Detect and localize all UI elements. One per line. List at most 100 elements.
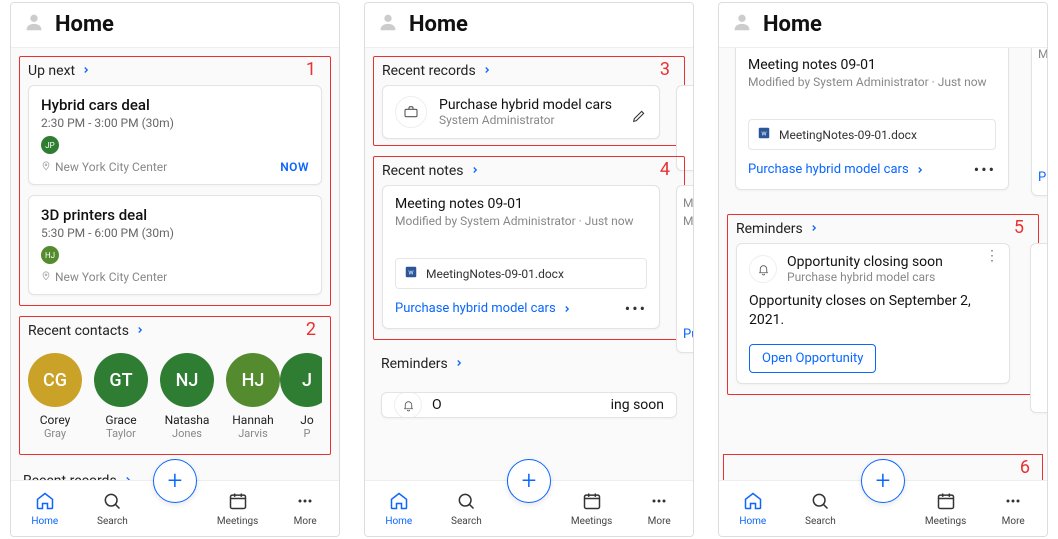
note-title: Meeting notes 09-01 bbox=[395, 196, 647, 212]
section-header-up-next[interactable]: Up next bbox=[28, 63, 322, 79]
profile-avatar-icon[interactable] bbox=[23, 11, 45, 37]
reminder-card[interactable]: ⋮ Opportunity closing soon Purchase hybr… bbox=[736, 243, 1010, 384]
chevron-right-icon bbox=[482, 63, 492, 79]
annotation-label: 4 bbox=[660, 159, 670, 180]
nav-home[interactable]: Home bbox=[18, 491, 72, 527]
section-header-reminders[interactable]: Reminders bbox=[736, 221, 1030, 237]
kebab-menu-icon[interactable]: ⋮ bbox=[985, 254, 999, 258]
nav-meetings[interactable]: Meetings bbox=[211, 491, 265, 527]
bottom-nav: + Home Search Meetings More bbox=[719, 480, 1047, 536]
chevron-right-icon bbox=[81, 63, 91, 79]
note-title: Meeting notes 09-01 bbox=[748, 57, 996, 73]
page-title: Home bbox=[409, 12, 468, 37]
section-reminders: 5 Reminders ⋮ Opportunity closing soon bbox=[727, 214, 1039, 395]
section-header-reminders[interactable]: Reminders bbox=[381, 356, 677, 372]
section-recent-contacts: 2 Recent contacts CG Corey Gray GT Grace… bbox=[19, 316, 331, 455]
home-icon bbox=[389, 491, 409, 514]
nav-meetings[interactable]: Meetings bbox=[565, 491, 619, 527]
nav-home[interactable]: Home bbox=[372, 491, 426, 527]
contact-avatar: HJ bbox=[226, 353, 280, 407]
more-icon bbox=[1003, 491, 1023, 514]
fab-add-button[interactable]: + bbox=[861, 459, 905, 503]
nav-search[interactable]: Search bbox=[793, 491, 847, 527]
note-card-peek[interactable]: M P bbox=[1031, 48, 1047, 196]
event-card[interactable]: 3D printers deal 5:30 PM - 6:00 PM (30m)… bbox=[28, 195, 322, 295]
header: Home bbox=[365, 3, 693, 48]
note-attachment[interactable]: W MeetingNotes-09-01.docx bbox=[395, 258, 647, 289]
note-card[interactable]: Meeting notes 09-01 Modified by System A… bbox=[735, 48, 1009, 190]
contact-avatar: CG bbox=[28, 353, 82, 407]
contact-item[interactable]: J Jo P bbox=[292, 353, 322, 440]
reminder-subtitle: Purchase hybrid model cars bbox=[787, 270, 943, 284]
section-header-recent-notes[interactable]: Recent notes bbox=[382, 163, 676, 179]
page-title: Home bbox=[55, 12, 114, 37]
more-icon bbox=[295, 491, 315, 514]
contact-item[interactable]: NJ Natasha Jones bbox=[160, 353, 214, 440]
chevron-right-icon bbox=[135, 323, 145, 339]
event-card[interactable]: Hybrid cars deal 2:30 PM - 3:00 PM (30m)… bbox=[28, 85, 322, 185]
search-icon bbox=[810, 491, 830, 514]
more-actions-icon[interactable]: ••• bbox=[974, 160, 996, 179]
chevron-right-icon bbox=[454, 356, 464, 372]
note-card[interactable]: Meeting notes 09-01 Modified by System A… bbox=[382, 185, 660, 329]
attendee-avatar: HJ bbox=[41, 246, 59, 264]
word-document-icon: W bbox=[757, 126, 771, 143]
search-icon bbox=[102, 491, 122, 514]
annotation-label: 2 bbox=[306, 319, 316, 340]
page-title: Home bbox=[763, 12, 822, 37]
nav-home[interactable]: Home bbox=[726, 491, 780, 527]
event-time: 5:30 PM - 6:00 PM (30m) bbox=[41, 226, 309, 240]
bottom-nav: + Home Search Meetings More bbox=[11, 480, 339, 536]
related-opportunity-link[interactable]: Purchase hybrid model cars bbox=[748, 162, 925, 177]
fab-add-button[interactable]: + bbox=[153, 459, 197, 503]
contact-item[interactable]: HJ Hannah Jarvis bbox=[226, 353, 280, 440]
reminder-card-peek[interactable] bbox=[1030, 243, 1047, 413]
search-icon bbox=[456, 491, 476, 514]
bottom-nav: + Home Search Meetings More bbox=[365, 480, 693, 536]
bell-icon bbox=[394, 392, 422, 418]
bell-icon bbox=[749, 255, 777, 283]
nav-more[interactable]: More bbox=[632, 491, 686, 527]
nav-more[interactable]: More bbox=[278, 491, 332, 527]
section-header-recent-contacts[interactable]: Recent contacts bbox=[28, 323, 322, 339]
note-card-peek[interactable]: M M Pu bbox=[676, 185, 693, 353]
contact-item[interactable]: CG Corey Gray bbox=[28, 353, 82, 440]
more-actions-icon[interactable]: ••• bbox=[625, 299, 647, 318]
annotation-label: 1 bbox=[306, 59, 316, 80]
section-up-next: 1 Up next Hybrid cars deal 2:30 PM - 3:0… bbox=[19, 56, 331, 306]
header: Home bbox=[719, 3, 1047, 48]
nav-search[interactable]: Search bbox=[439, 491, 493, 527]
contact-avatar: J bbox=[280, 353, 322, 407]
open-opportunity-button[interactable]: Open Opportunity bbox=[749, 344, 876, 373]
header: Home bbox=[11, 3, 339, 48]
calendar-icon bbox=[582, 491, 602, 514]
record-subtitle: System Administrator bbox=[439, 113, 612, 127]
note-attachment[interactable]: W MeetingNotes-09-01.docx bbox=[748, 119, 996, 150]
contact-item[interactable]: GT Grace Taylor bbox=[94, 353, 148, 440]
fab-add-button[interactable]: + bbox=[507, 459, 551, 503]
nav-more[interactable]: More bbox=[986, 491, 1040, 527]
reminder-title: Opportunity closing soon bbox=[787, 254, 943, 270]
section-recent-notes: 4 Recent notes Meeting notes 09-01 Modif… bbox=[373, 156, 685, 340]
reminder-card-partial[interactable]: O ing soon bbox=[381, 392, 677, 418]
event-title: Hybrid cars deal bbox=[41, 96, 309, 114]
section-recent-records: 3 Recent records Purchase hybrid model c… bbox=[373, 56, 685, 146]
nav-search[interactable]: Search bbox=[85, 491, 139, 527]
record-title: Purchase hybrid model cars bbox=[439, 97, 612, 113]
event-title: 3D printers deal bbox=[41, 206, 309, 224]
contact-avatar: NJ bbox=[160, 353, 214, 407]
record-card[interactable]: Purchase hybrid model cars System Admini… bbox=[382, 85, 660, 139]
edit-icon[interactable] bbox=[631, 108, 647, 128]
contact-avatar: GT bbox=[94, 353, 148, 407]
chevron-right-icon bbox=[123, 473, 133, 480]
location-pin-icon bbox=[41, 160, 51, 174]
note-subtitle: Modified by System Administrator · Just … bbox=[395, 214, 647, 228]
profile-avatar-icon[interactable] bbox=[377, 11, 399, 37]
note-subtitle: Modified by System Administrator · Just … bbox=[748, 75, 996, 89]
related-opportunity-link[interactable]: Purchase hybrid model cars bbox=[395, 301, 572, 316]
event-location: New York City Center bbox=[41, 160, 309, 174]
nav-meetings[interactable]: Meetings bbox=[919, 491, 973, 527]
calendar-icon bbox=[228, 491, 248, 514]
profile-avatar-icon[interactable] bbox=[731, 11, 753, 37]
section-header-recent-records[interactable]: Recent records bbox=[382, 63, 676, 79]
